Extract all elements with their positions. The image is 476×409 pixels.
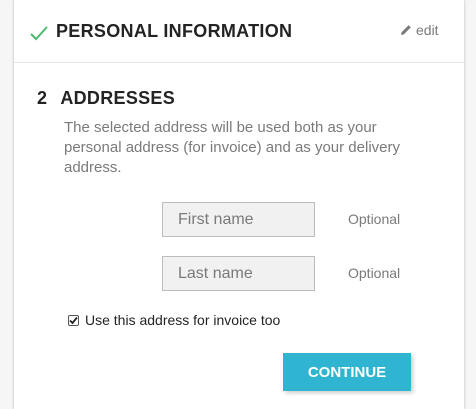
first-name-optional-hint: Optional bbox=[348, 211, 401, 227]
pencil-icon bbox=[401, 25, 411, 35]
address-description: The selected address will be used both a… bbox=[64, 119, 400, 176]
personal-information-step-header[interactable]: PERSONAL INFORMATION edit bbox=[14, 0, 464, 63]
step-title: PERSONAL INFORMATION bbox=[56, 21, 293, 41]
use-for-invoice-label: Use this address for invoice too bbox=[85, 312, 281, 328]
first-name-input[interactable] bbox=[162, 202, 315, 237]
step-title: ADDRESSES bbox=[60, 88, 176, 108]
use-for-invoice-checkbox[interactable] bbox=[68, 314, 79, 326]
edit-link[interactable]: edit bbox=[400, 22, 439, 38]
checkout-card: PERSONAL INFORMATION edit 2 ADDRESSES The… bbox=[14, 0, 464, 409]
check-icon bbox=[30, 26, 48, 41]
checkmark-icon bbox=[69, 316, 78, 324]
addresses-step-header: 2 ADDRESSES bbox=[37, 88, 175, 109]
use-for-invoice-option[interactable]: Use this address for invoice too bbox=[68, 312, 280, 328]
last-name-optional-hint: Optional bbox=[348, 265, 401, 281]
edit-label: edit bbox=[416, 22, 439, 38]
last-name-input[interactable] bbox=[162, 256, 315, 291]
step-number: 2 bbox=[37, 88, 48, 108]
continue-button[interactable]: CONTINUE bbox=[283, 353, 411, 391]
